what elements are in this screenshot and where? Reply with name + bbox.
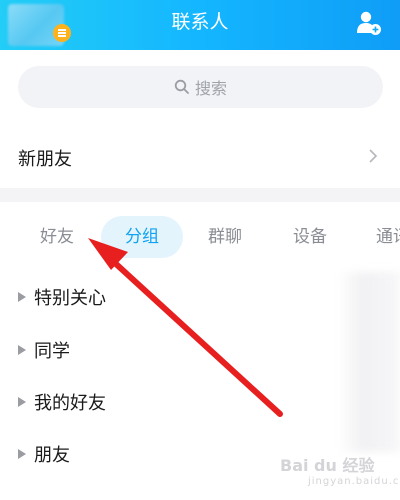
page-title: 联系人 — [171, 11, 229, 33]
group-item-label: 我的好友 — [34, 393, 106, 414]
contact-tabs: 好友 分组 群聊 设备 通讯 — [0, 216, 400, 258]
group-item-label: 特别关心 — [34, 288, 106, 309]
group-item-special-care[interactable]: 特别关心 — [0, 277, 340, 317]
search-bar[interactable]: 搜索 — [18, 66, 383, 108]
chevron-right-icon — [369, 149, 378, 163]
group-item-label: 同学 — [34, 341, 70, 362]
tab-friends[interactable]: 好友 — [40, 216, 74, 258]
watermark-brand: Bai du 经验 — [280, 456, 375, 475]
tab-group-chats[interactable]: 群聊 — [208, 216, 242, 258]
group-item-my-friends[interactable]: 我的好友 — [0, 382, 340, 422]
tab-devices[interactable]: 设备 — [293, 216, 327, 258]
tab-groups[interactable]: 分组 — [101, 216, 183, 258]
search-icon — [174, 79, 189, 94]
caret-right-icon — [18, 345, 26, 355]
watermark: Bai du 经验 jingyan.baidu.com — [280, 452, 400, 492]
search-placeholder: 搜索 — [194, 79, 227, 98]
group-item-label: 朋友 — [34, 445, 70, 466]
new-friends-row[interactable]: 新朋友 — [0, 128, 400, 188]
caret-right-icon — [18, 449, 26, 459]
tab-contacts[interactable]: 通讯 — [376, 216, 400, 258]
caret-right-icon — [18, 292, 26, 302]
section-divider — [0, 188, 400, 202]
blurred-background — [338, 272, 400, 452]
caret-right-icon — [18, 397, 26, 407]
top-bar: 联系人 — [0, 0, 400, 50]
watermark-url: jingyan.baidu.com — [308, 476, 400, 487]
group-item-classmates[interactable]: 同学 — [0, 330, 340, 370]
add-friend-icon[interactable] — [356, 10, 382, 36]
new-friends-label: 新朋友 — [18, 149, 72, 170]
